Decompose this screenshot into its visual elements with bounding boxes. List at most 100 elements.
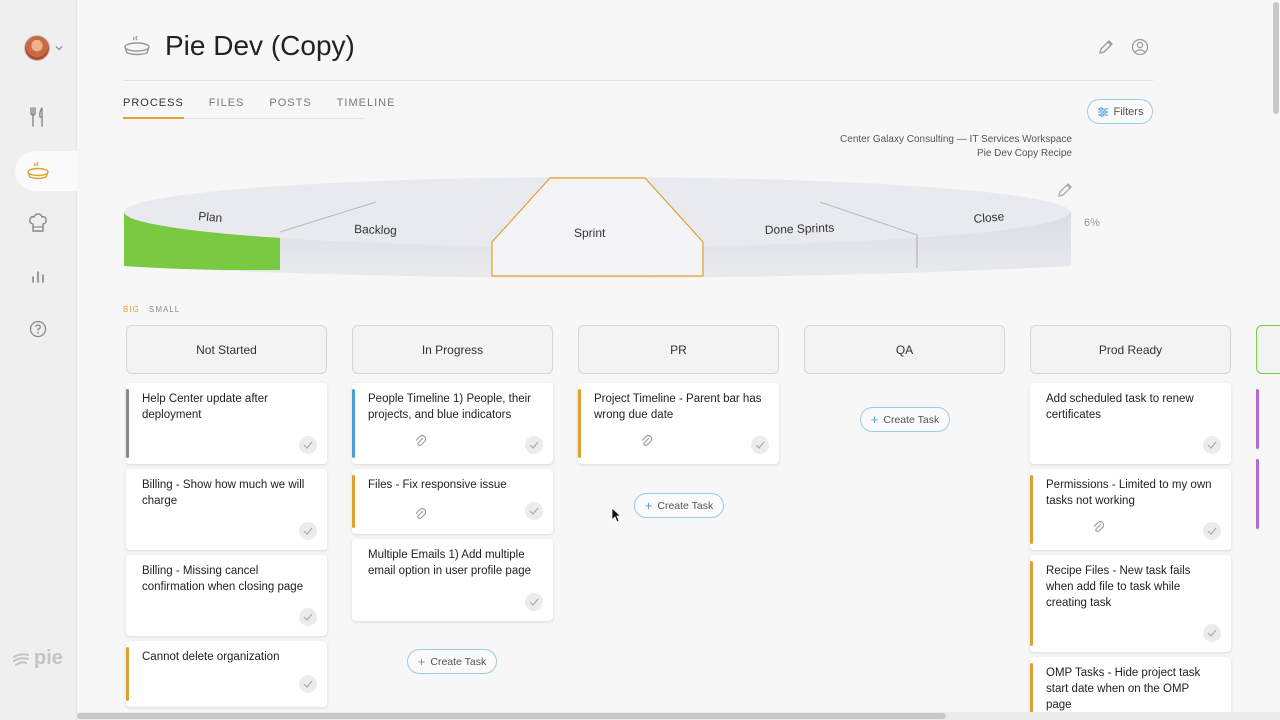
attachment-icon [641, 434, 652, 446]
check-icon[interactable] [299, 436, 317, 454]
check-icon[interactable] [525, 436, 543, 454]
task-card[interactable]: People Timeline 1) People, their project… [352, 383, 553, 464]
check-icon[interactable] [1203, 522, 1221, 540]
scrollbar-thumb[interactable] [77, 713, 946, 719]
task-card[interactable]: Permissions - Limited to my own tasks no… [1030, 469, 1231, 550]
user-icon[interactable] [1131, 38, 1149, 56]
pie-logo-icon [13, 652, 29, 666]
task-card[interactable]: Project Timeline - Parent bar has wrong … [578, 383, 779, 464]
horizontal-scrollbar[interactable] [77, 712, 1280, 720]
create-task-label: Create Task [657, 499, 714, 512]
avatar[interactable] [24, 35, 50, 61]
tab-posts[interactable]: POSTS [269, 97, 311, 119]
tab-timeline[interactable]: TIMELINE [337, 97, 396, 119]
task-card[interactable]: Recipe Files - New task fails when add f… [1030, 555, 1231, 652]
tab-files[interactable]: FILES [209, 97, 245, 119]
user-menu[interactable] [24, 35, 64, 61]
attachment-icon [415, 507, 426, 519]
priority-bar [352, 389, 355, 458]
plus-icon: + [644, 498, 653, 513]
task-title: Billing - Missing cancel confirmation wh… [142, 565, 304, 593]
task-card[interactable]: Multiple Emails 1) Add multiple email op… [352, 539, 553, 621]
card-size-toggle: BIG SMALL [123, 305, 180, 314]
pie-logo-text: pie [34, 647, 63, 669]
plus-icon: + [870, 412, 879, 427]
column-header-qa[interactable]: QA [804, 325, 1005, 374]
task-card[interactable]: Billing - Show how much we will charge [126, 469, 327, 550]
check-icon[interactable] [1203, 624, 1221, 642]
sliders-icon [1097, 106, 1108, 117]
page-title: Pie Dev (Copy) [165, 30, 355, 61]
cursor-icon [611, 507, 621, 523]
pie-label-done-sprints[interactable]: Done Sprints [765, 221, 835, 237]
pie-label-sprint[interactable]: Sprint [574, 226, 606, 240]
check-icon[interactable] [525, 502, 543, 520]
column-header-in-progress[interactable]: In Progress [352, 325, 553, 374]
task-title: Billing - Show how much we will charge [142, 479, 305, 507]
attachment-icon [415, 434, 426, 446]
filters-label: Filters [1113, 105, 1144, 118]
priority-bar [578, 389, 581, 458]
size-big-option[interactable]: BIG [123, 305, 140, 314]
chef-hat-icon[interactable] [22, 207, 54, 239]
pie-logo: pie [12, 647, 63, 670]
workspace-info: Center Galaxy Consulting — IT Services W… [840, 133, 1072, 161]
vertical-scrollbar[interactable] [1272, 0, 1280, 712]
attachment-icon [1093, 520, 1104, 532]
create-task-button[interactable]: + Create Task [860, 407, 950, 432]
column-header-prod-ready[interactable]: Prod Ready [1030, 325, 1231, 374]
reports-icon[interactable] [22, 260, 54, 292]
check-icon[interactable] [299, 675, 317, 693]
plus-icon: + [417, 654, 426, 669]
check-icon[interactable] [1203, 436, 1221, 454]
task-title: Permissions - Limited to my own tasks no… [1046, 479, 1212, 507]
create-task-button[interactable]: + Create Task [407, 649, 497, 674]
pencil-icon[interactable] [1056, 181, 1074, 199]
priority-bar [1030, 561, 1033, 646]
tab-process[interactable]: PROCESS [123, 97, 184, 119]
column-header-pr[interactable]: PR [578, 325, 779, 374]
filters-button[interactable]: Filters [1087, 99, 1153, 124]
task-card[interactable]: Cannot delete organization [126, 641, 327, 707]
chevron-down-icon[interactable] [54, 43, 64, 53]
recipe-name[interactable]: Pie Dev Copy Recipe [840, 147, 1072, 161]
task-title: Recipe Files - New task fails when add f… [1046, 565, 1191, 609]
size-small-option[interactable]: SMALL [149, 305, 180, 314]
check-icon[interactable] [299, 522, 317, 540]
workspace-name[interactable]: Center Galaxy Consulting — IT Services W… [840, 133, 1072, 147]
sidebar: pie [0, 0, 77, 720]
task-title: Multiple Emails 1) Add multiple email op… [368, 549, 532, 577]
task-card[interactable]: Files - Fix responsive issue [352, 469, 553, 534]
project-tabs: PROCESS FILES POSTS TIMELINE [123, 97, 394, 119]
task-title: Help Center update after deployment [142, 393, 268, 421]
task-card[interactable]: Help Center update after deployment [126, 383, 327, 464]
pie-icon[interactable] [22, 155, 54, 187]
task-title: Files - Fix responsive issue [368, 479, 507, 491]
next-column-card-bar [1256, 389, 1259, 449]
recipes-icon[interactable] [22, 101, 54, 133]
task-title: OMP Tasks - Hide project task start date… [1046, 667, 1201, 711]
pencil-icon[interactable] [1097, 38, 1115, 56]
task-card[interactable]: Add scheduled task to renew certificates [1030, 383, 1231, 464]
pie-label-close[interactable]: Close [973, 209, 1005, 226]
priority-bar [1030, 475, 1033, 544]
task-title: People Timeline 1) People, their project… [368, 393, 532, 421]
check-icon[interactable] [525, 593, 543, 611]
process-pie: Plan Backlog Sprint Done Sprints Close [124, 177, 1071, 278]
task-card[interactable]: Billing - Missing cancel confirmation wh… [126, 555, 327, 636]
help-icon[interactable] [22, 313, 54, 345]
next-column-card-bar [1256, 459, 1259, 529]
task-card[interactable]: OMP Tasks - Hide project task start date… [1030, 657, 1231, 720]
pie-label-backlog[interactable]: Backlog [354, 222, 397, 237]
column-header-not-started[interactable]: Not Started [126, 325, 327, 374]
scrollbar-thumb[interactable] [1273, 2, 1279, 114]
pie-label-plan[interactable]: Plan [198, 209, 223, 225]
task-title: Cannot delete organization [142, 651, 280, 663]
priority-bar [126, 389, 129, 458]
create-task-button[interactable]: + Create Task [634, 493, 724, 518]
create-task-label: Create Task [883, 413, 940, 426]
priority-bar [126, 647, 129, 701]
task-title: Add scheduled task to renew certificates [1046, 393, 1194, 421]
check-icon[interactable] [751, 436, 769, 454]
check-icon[interactable] [299, 608, 317, 626]
